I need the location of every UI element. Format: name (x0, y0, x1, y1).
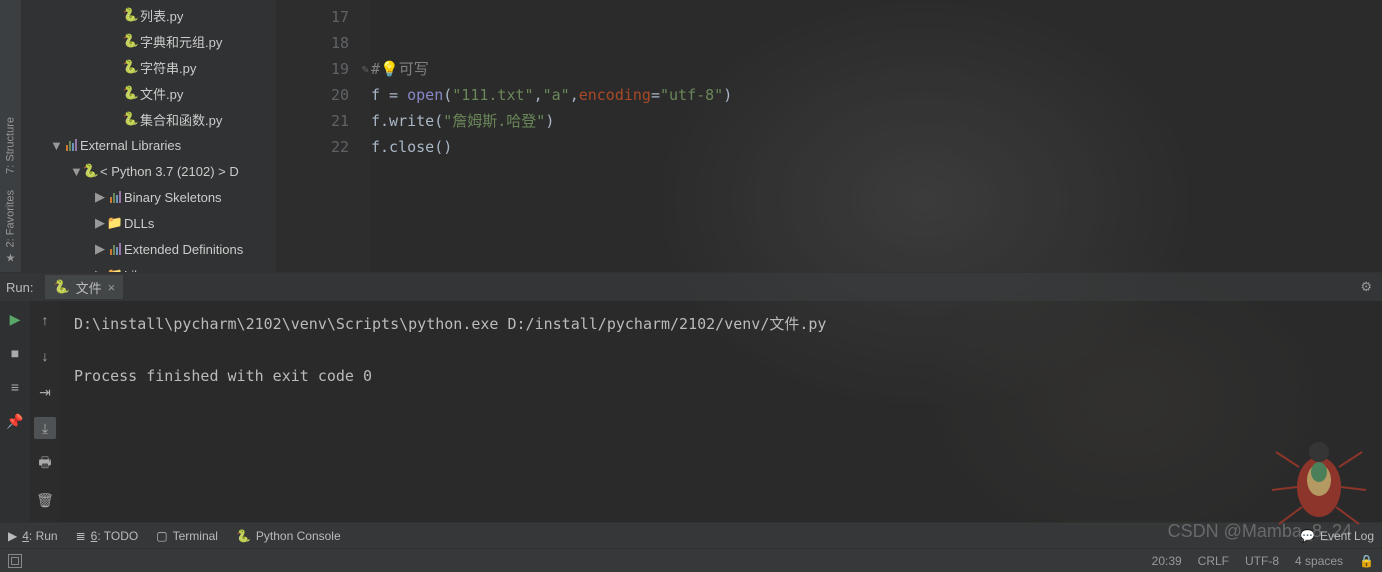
python-file-icon: 🐍 (122, 7, 140, 23)
layout-button[interactable]: ≡ (5, 377, 25, 397)
status-time: 20:39 (1152, 554, 1182, 568)
python-file-icon: 🐍 (122, 111, 140, 127)
python-icon: 🐍 (236, 529, 251, 543)
tool-sidebar-left: 7: Structure ★ 2: Favorites (0, 0, 22, 272)
tree-file[interactable]: 🐍 字典和元组.py (22, 28, 276, 54)
play-icon: ▶ (8, 529, 17, 543)
python-file-icon: 🐍 (122, 85, 140, 101)
intention-bulb-icon[interactable]: 💡 (380, 60, 399, 78)
python-sdk-node[interactable]: ▼ 🐍 < Python 3.7 (2102) > D (22, 158, 276, 184)
console-line: Process finished with exit code 0 (74, 363, 1368, 389)
status-bar: 20:39 CRLF UTF-8 4 spaces 🔒 (0, 548, 1382, 572)
edit-marker-icon: ✎ (362, 56, 369, 82)
terminal-icon: ▢ (156, 529, 167, 543)
favorites-tool-button[interactable]: ★ 2: Favorites (0, 182, 21, 272)
run-tab-button[interactable]: ▶ 4: Run (8, 529, 58, 543)
structure-label: 7: Structure (5, 117, 17, 174)
python-icon: 🐍 (82, 163, 100, 179)
wrap-button[interactable]: ⇥ (34, 381, 56, 403)
chevron-down-icon: ▼ (50, 138, 62, 153)
chevron-right-icon: ▶ (94, 215, 106, 231)
chevron-right-icon: ▶ (94, 189, 106, 205)
gear-icon[interactable]: ⚙ (1360, 279, 1372, 295)
console-line: D:\install\pycharm\2102\venv\Scripts\pyt… (74, 311, 1368, 337)
tree-file[interactable]: 🐍 列表.py (22, 2, 276, 28)
bug-graphic (1264, 422, 1374, 532)
tree-lib[interactable]: ▶ Binary Skeletons (22, 184, 276, 210)
tree-lib[interactable]: ▶ 📁 Lib (22, 262, 276, 272)
line-gutter: 17 18 19✎ 20 21 22 (276, 0, 371, 272)
external-libraries-node[interactable]: ▼ External Libraries (22, 132, 276, 158)
tree-lib[interactable]: ▶ Extended Definitions (22, 236, 276, 262)
scroll-button[interactable]: ⤓ (34, 417, 56, 439)
run-title: Run: (6, 280, 33, 295)
library-icon (62, 139, 80, 151)
lock-icon[interactable]: 🔒 (1359, 554, 1374, 568)
run-tool-window: Run: 🐍 文件 × ⚙ ▶ ■ ≡ 📌 ↑ ↓ ⇥ ⤓ 🖶 🗑 (0, 272, 1382, 522)
down-button[interactable]: ↓ (34, 345, 56, 367)
code-editor[interactable]: 17 18 19✎ 20 21 22 #💡可写 f = open("111.tx… (276, 0, 1382, 272)
rerun-button[interactable]: ▶ (5, 309, 25, 329)
python-file-icon: 🐍 (122, 33, 140, 49)
library-icon (106, 243, 124, 255)
close-icon[interactable]: × (108, 280, 116, 295)
terminal-tab-button[interactable]: ▢ Terminal (156, 529, 218, 543)
tree-file[interactable]: 🐍 集合和函数.py (22, 106, 276, 132)
run-controls: ▶ ■ ≡ 📌 (0, 301, 30, 522)
console-output[interactable]: D:\install\pycharm\2102\venv\Scripts\pyt… (60, 301, 1382, 522)
windows-icon[interactable] (8, 554, 22, 568)
python-file-icon: 🐍 (122, 59, 140, 75)
structure-tool-button[interactable]: 7: Structure (0, 109, 21, 182)
status-encoding[interactable]: UTF-8 (1245, 554, 1279, 568)
tree-file[interactable]: 🐍 文件.py (22, 80, 276, 106)
pin-button[interactable]: 📌 (5, 411, 25, 431)
tree-file[interactable]: 🐍 字符串.py (22, 54, 276, 80)
run-nav: ↑ ↓ ⇥ ⤓ 🖶 🗑 (30, 301, 60, 522)
tree-lib[interactable]: ▶ 📁 DLLs (22, 210, 276, 236)
run-tab[interactable]: 🐍 文件 × (45, 275, 123, 299)
project-tree[interactable]: 🐍 列表.py 🐍 字典和元组.py 🐍 字符串.py 🐍 文件.py 🐍 集合… (22, 0, 276, 272)
run-header: Run: 🐍 文件 × ⚙ (0, 273, 1382, 301)
list-icon: ≣ (76, 529, 86, 543)
chevron-right-icon: ▶ (94, 241, 106, 257)
trash-button[interactable]: 🗑 (34, 489, 56, 511)
folder-icon: 📁 (106, 215, 124, 231)
status-eol[interactable]: CRLF (1198, 554, 1229, 568)
favorites-label: 2: Favorites (5, 190, 17, 247)
star-icon: ★ (4, 251, 17, 264)
chevron-down-icon: ▼ (70, 164, 82, 179)
status-indent[interactable]: 4 spaces (1295, 554, 1343, 568)
python-file-icon: 🐍 (53, 279, 69, 295)
print-button[interactable]: 🖶 (34, 453, 56, 475)
up-button[interactable]: ↑ (34, 309, 56, 331)
code-area[interactable]: #💡可写 f = open("111.txt","a",encoding="ut… (371, 0, 1382, 272)
python-console-tab-button[interactable]: 🐍 Python Console (236, 529, 341, 543)
todo-tab-button[interactable]: ≣ 6: TODO (76, 529, 139, 543)
library-icon (106, 191, 124, 203)
stop-button[interactable]: ■ (5, 343, 25, 363)
